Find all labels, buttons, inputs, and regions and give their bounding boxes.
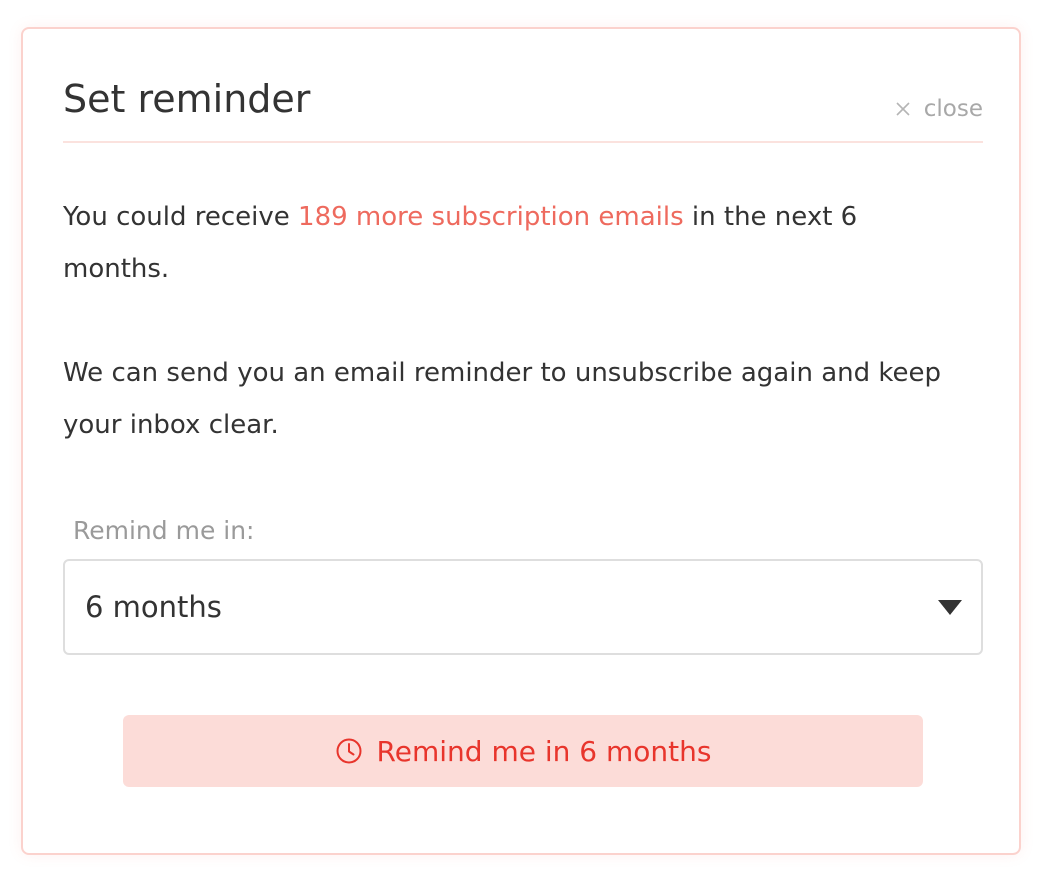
caret-down-icon: [938, 600, 962, 615]
reminder-dialog: Set reminder close You could receive 189…: [21, 27, 1021, 855]
remind-period-select[interactable]: 6 months: [63, 559, 983, 655]
clock-icon: [336, 738, 362, 764]
email-count-highlight: 189 more subscription emails: [298, 202, 684, 232]
close-button[interactable]: close: [894, 95, 983, 123]
dialog-header: Set reminder close: [63, 29, 983, 143]
intro-text-before: You could receive: [63, 202, 299, 232]
dialog-title: Set reminder: [63, 77, 311, 121]
remind-me-button-label: Remind me in 6 months: [376, 734, 712, 768]
close-icon: [896, 102, 910, 116]
remind-me-button[interactable]: Remind me in 6 months: [123, 715, 923, 787]
close-label: close: [923, 96, 983, 122]
intro-text: You could receive 189 more subscription …: [63, 191, 943, 295]
reminder-description: We can send you an email reminder to uns…: [63, 358, 941, 440]
remind-period-value: 6 months: [85, 590, 222, 624]
remind-field-label: Remind me in:: [73, 516, 255, 545]
